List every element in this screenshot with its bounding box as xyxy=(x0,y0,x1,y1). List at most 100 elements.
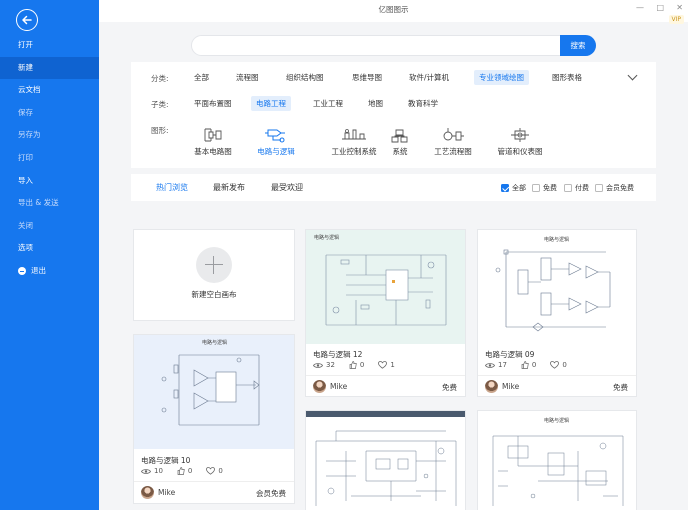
exit-icon xyxy=(18,267,26,276)
eye-icon xyxy=(313,362,323,368)
favorites-stat[interactable]: 1 xyxy=(378,361,395,369)
maximize-button[interactable]: □ xyxy=(656,3,664,12)
new-blank-canvas-card[interactable]: 新建空白画布 xyxy=(133,229,295,321)
sidebar-item-save-as[interactable]: 另存为 xyxy=(0,124,99,147)
category-label: 分类: xyxy=(151,74,169,83)
avatar xyxy=(313,380,326,393)
circuit-logic-icon xyxy=(265,129,285,143)
favorites-stat[interactable]: 0 xyxy=(550,361,567,369)
heart-icon xyxy=(378,361,388,369)
likes-stat[interactable]: 0 xyxy=(177,467,192,475)
search-input[interactable] xyxy=(202,38,557,53)
sidebar-item-import[interactable]: 导入 xyxy=(0,170,99,193)
thumbnail-title: 电路与逻辑 xyxy=(202,340,228,346)
subcategory-map[interactable]: 地图 xyxy=(363,96,388,111)
category-all[interactable]: 全部 xyxy=(189,70,214,85)
category-professional[interactable]: 专业领域绘图 xyxy=(474,70,529,85)
category-software[interactable]: 软件/计算机 xyxy=(404,70,454,85)
price-badge: 免费 xyxy=(613,383,628,392)
sidebar-item-close[interactable]: 关闭 xyxy=(0,215,99,238)
template-card[interactable]: 电路与逻辑 电路与逻辑 09 17 0 0 Mike 免费 xyxy=(477,229,637,397)
sidebar-item-export-send[interactable]: 导出 & 发送 xyxy=(0,192,99,215)
template-card[interactable] xyxy=(305,410,466,510)
template-thumbnail: 电路与逻辑 xyxy=(478,411,636,510)
category-flowchart[interactable]: 流程图 xyxy=(231,70,264,85)
checkbox-member-free[interactable]: 会员免费 xyxy=(595,183,634,193)
new-canvas-label: 新建空白画布 xyxy=(191,290,237,299)
subcategory-floor-plan[interactable]: 平面布置图 xyxy=(189,96,237,111)
sidebar-item-label: 保存 xyxy=(18,107,33,117)
sidebar-item-print[interactable]: 打印 xyxy=(0,147,99,170)
template-title: 电路与逻辑 09 xyxy=(485,350,535,359)
template-card[interactable]: 电路与逻辑 电路与逻辑 10 10 0 0 Mike 会员免费 xyxy=(133,334,295,504)
thumbnail-title: 电路与逻辑 xyxy=(544,418,570,424)
vip-badge[interactable]: VIP xyxy=(668,15,684,24)
sidebar-item-exit[interactable]: 退出 xyxy=(0,260,99,283)
sidebar-item-label: 打印 xyxy=(18,152,33,162)
sidebar: 打开 新建 云文档 保存 另存为 打印 导入 导出 & 发送 关闭 选项 退出 xyxy=(0,0,99,510)
shape-process-flow[interactable]: 工艺流程图 xyxy=(418,127,488,157)
subcategory-industrial[interactable]: 工业工程 xyxy=(308,96,348,111)
process-flow-icon xyxy=(443,128,464,141)
author[interactable]: Mike xyxy=(141,486,175,499)
template-title: 电路与逻辑 10 xyxy=(141,456,191,465)
thumbs-up-icon xyxy=(521,361,529,369)
chevron-down-icon[interactable] xyxy=(627,70,638,81)
subcategory-education[interactable]: 教育科学 xyxy=(403,96,443,111)
checkbox-paid[interactable]: 付费 xyxy=(564,183,589,193)
eye-icon xyxy=(485,362,495,368)
checkbox-all[interactable]: 全部 xyxy=(501,183,526,193)
author[interactable]: Mike xyxy=(313,380,347,393)
sidebar-item-label: 关闭 xyxy=(18,220,33,230)
basic-circuit-icon xyxy=(204,128,222,142)
close-button[interactable]: ✕ xyxy=(676,3,683,12)
tab-popular[interactable]: 最受欢迎 xyxy=(271,182,303,193)
template-thumbnail xyxy=(306,411,465,510)
subcategory-label: 子类: xyxy=(151,100,169,109)
checkbox-icon xyxy=(564,184,572,192)
shape-piping-instrument[interactable]: 管道和仪表图 xyxy=(485,127,555,157)
back-button[interactable] xyxy=(16,9,38,31)
views-stat: 17 xyxy=(485,361,507,369)
search-button[interactable]: 搜索 xyxy=(560,35,596,56)
minimize-button[interactable]: — xyxy=(636,3,644,12)
tab-hot[interactable]: 热门浏览 xyxy=(156,182,188,193)
sidebar-item-new[interactable]: 新建 xyxy=(0,56,99,80)
template-title: 电路与逻辑 12 xyxy=(313,350,363,359)
avatar xyxy=(141,486,154,499)
category-org-chart[interactable]: 组织结构图 xyxy=(281,70,329,85)
checkbox-checked-icon xyxy=(501,184,509,192)
template-card[interactable]: 电路与逻辑 电路与逻辑 12 32 0 1 Mike 免费 xyxy=(305,229,466,397)
sidebar-item-cloud-docs[interactable]: 云文档 xyxy=(0,79,99,102)
shape-basic-circuit[interactable]: 基本电路图 xyxy=(178,127,248,157)
checkbox-free[interactable]: 免费 xyxy=(532,183,557,193)
search-bar: 搜索 xyxy=(191,35,596,56)
thumbs-up-icon xyxy=(349,361,357,369)
category-tables[interactable]: 图形表格 xyxy=(547,70,587,85)
eye-icon xyxy=(141,468,151,474)
shape-label: 图形: xyxy=(151,126,169,135)
sidebar-item-save[interactable]: 保存 xyxy=(0,102,99,125)
sidebar-item-open[interactable]: 打开 xyxy=(0,34,99,57)
sidebar-item-label: 打开 xyxy=(18,40,33,49)
sidebar-item-options[interactable]: 选项 xyxy=(0,237,99,260)
tab-latest[interactable]: 最新发布 xyxy=(213,182,245,193)
favorites-stat[interactable]: 0 xyxy=(206,467,223,475)
heart-icon xyxy=(206,467,216,475)
template-card[interactable]: 电路与逻辑 xyxy=(477,410,637,510)
likes-stat[interactable]: 0 xyxy=(349,361,364,369)
views-stat: 10 xyxy=(141,467,163,475)
template-thumbnail: 电路与逻辑 xyxy=(134,335,294,449)
subcategory-circuit[interactable]: 电路工程 xyxy=(251,96,291,111)
views-stat: 32 xyxy=(313,361,335,369)
sort-tabs-bar: 热门浏览 最新发布 最受欢迎 全部 免费 付费 会员免费 xyxy=(131,174,656,201)
shape-circuit-logic[interactable]: 电路与逻辑 xyxy=(241,127,311,157)
category-mind-map[interactable]: 思维导图 xyxy=(347,70,387,85)
thumbnail-title: 电路与逻辑 xyxy=(314,235,340,241)
author[interactable]: Mike xyxy=(485,380,519,393)
heart-icon xyxy=(550,361,560,369)
template-thumbnail: 电路与逻辑 xyxy=(478,230,636,344)
likes-stat[interactable]: 0 xyxy=(521,361,536,369)
price-badge: 会员免费 xyxy=(256,489,286,498)
checkbox-icon xyxy=(595,184,603,192)
